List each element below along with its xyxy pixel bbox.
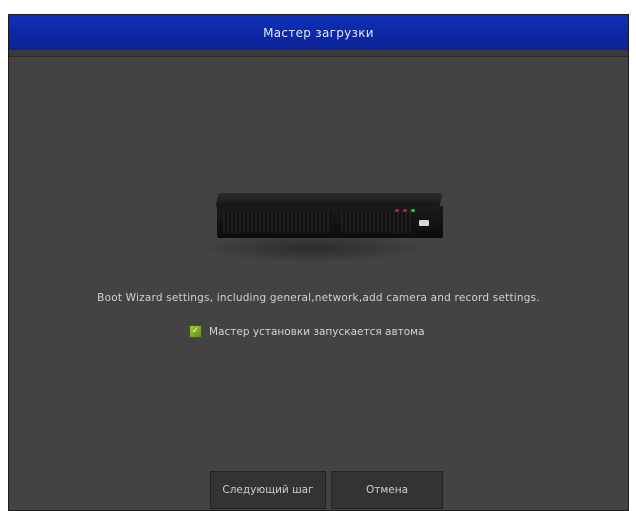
auto-start-option[interactable]: ✓ Мастер установки запускается автома <box>189 325 425 338</box>
dvr-led-red <box>403 209 407 212</box>
dvr-usb-port <box>419 220 429 226</box>
dvr-grille-left <box>223 211 331 233</box>
next-step-button[interactable]: Следующий шаг <box>210 471 326 509</box>
wizard-description: Boot Wizard settings, including general,… <box>97 292 540 304</box>
title-divider <box>9 50 628 57</box>
dvr-grille-right <box>341 211 413 233</box>
checkmark-icon: ✓ <box>191 326 200 336</box>
dialog-titlebar: Мастер загрузки <box>9 15 628 50</box>
dvr-front-panel <box>217 206 443 238</box>
boot-wizard-dialog: Мастер загрузки Boot Wizard settings, in… <box>8 14 629 511</box>
cancel-button[interactable]: Отмена <box>331 471 443 509</box>
dvr-led-green <box>411 209 415 212</box>
dvr-led-red <box>395 209 399 212</box>
dvr-device-image <box>179 175 449 265</box>
auto-start-label: Мастер установки запускается автома <box>209 325 425 338</box>
dvr-top-panel <box>215 193 443 207</box>
dialog-title: Мастер загрузки <box>263 25 374 40</box>
auto-start-checkbox[interactable]: ✓ <box>189 325 202 338</box>
